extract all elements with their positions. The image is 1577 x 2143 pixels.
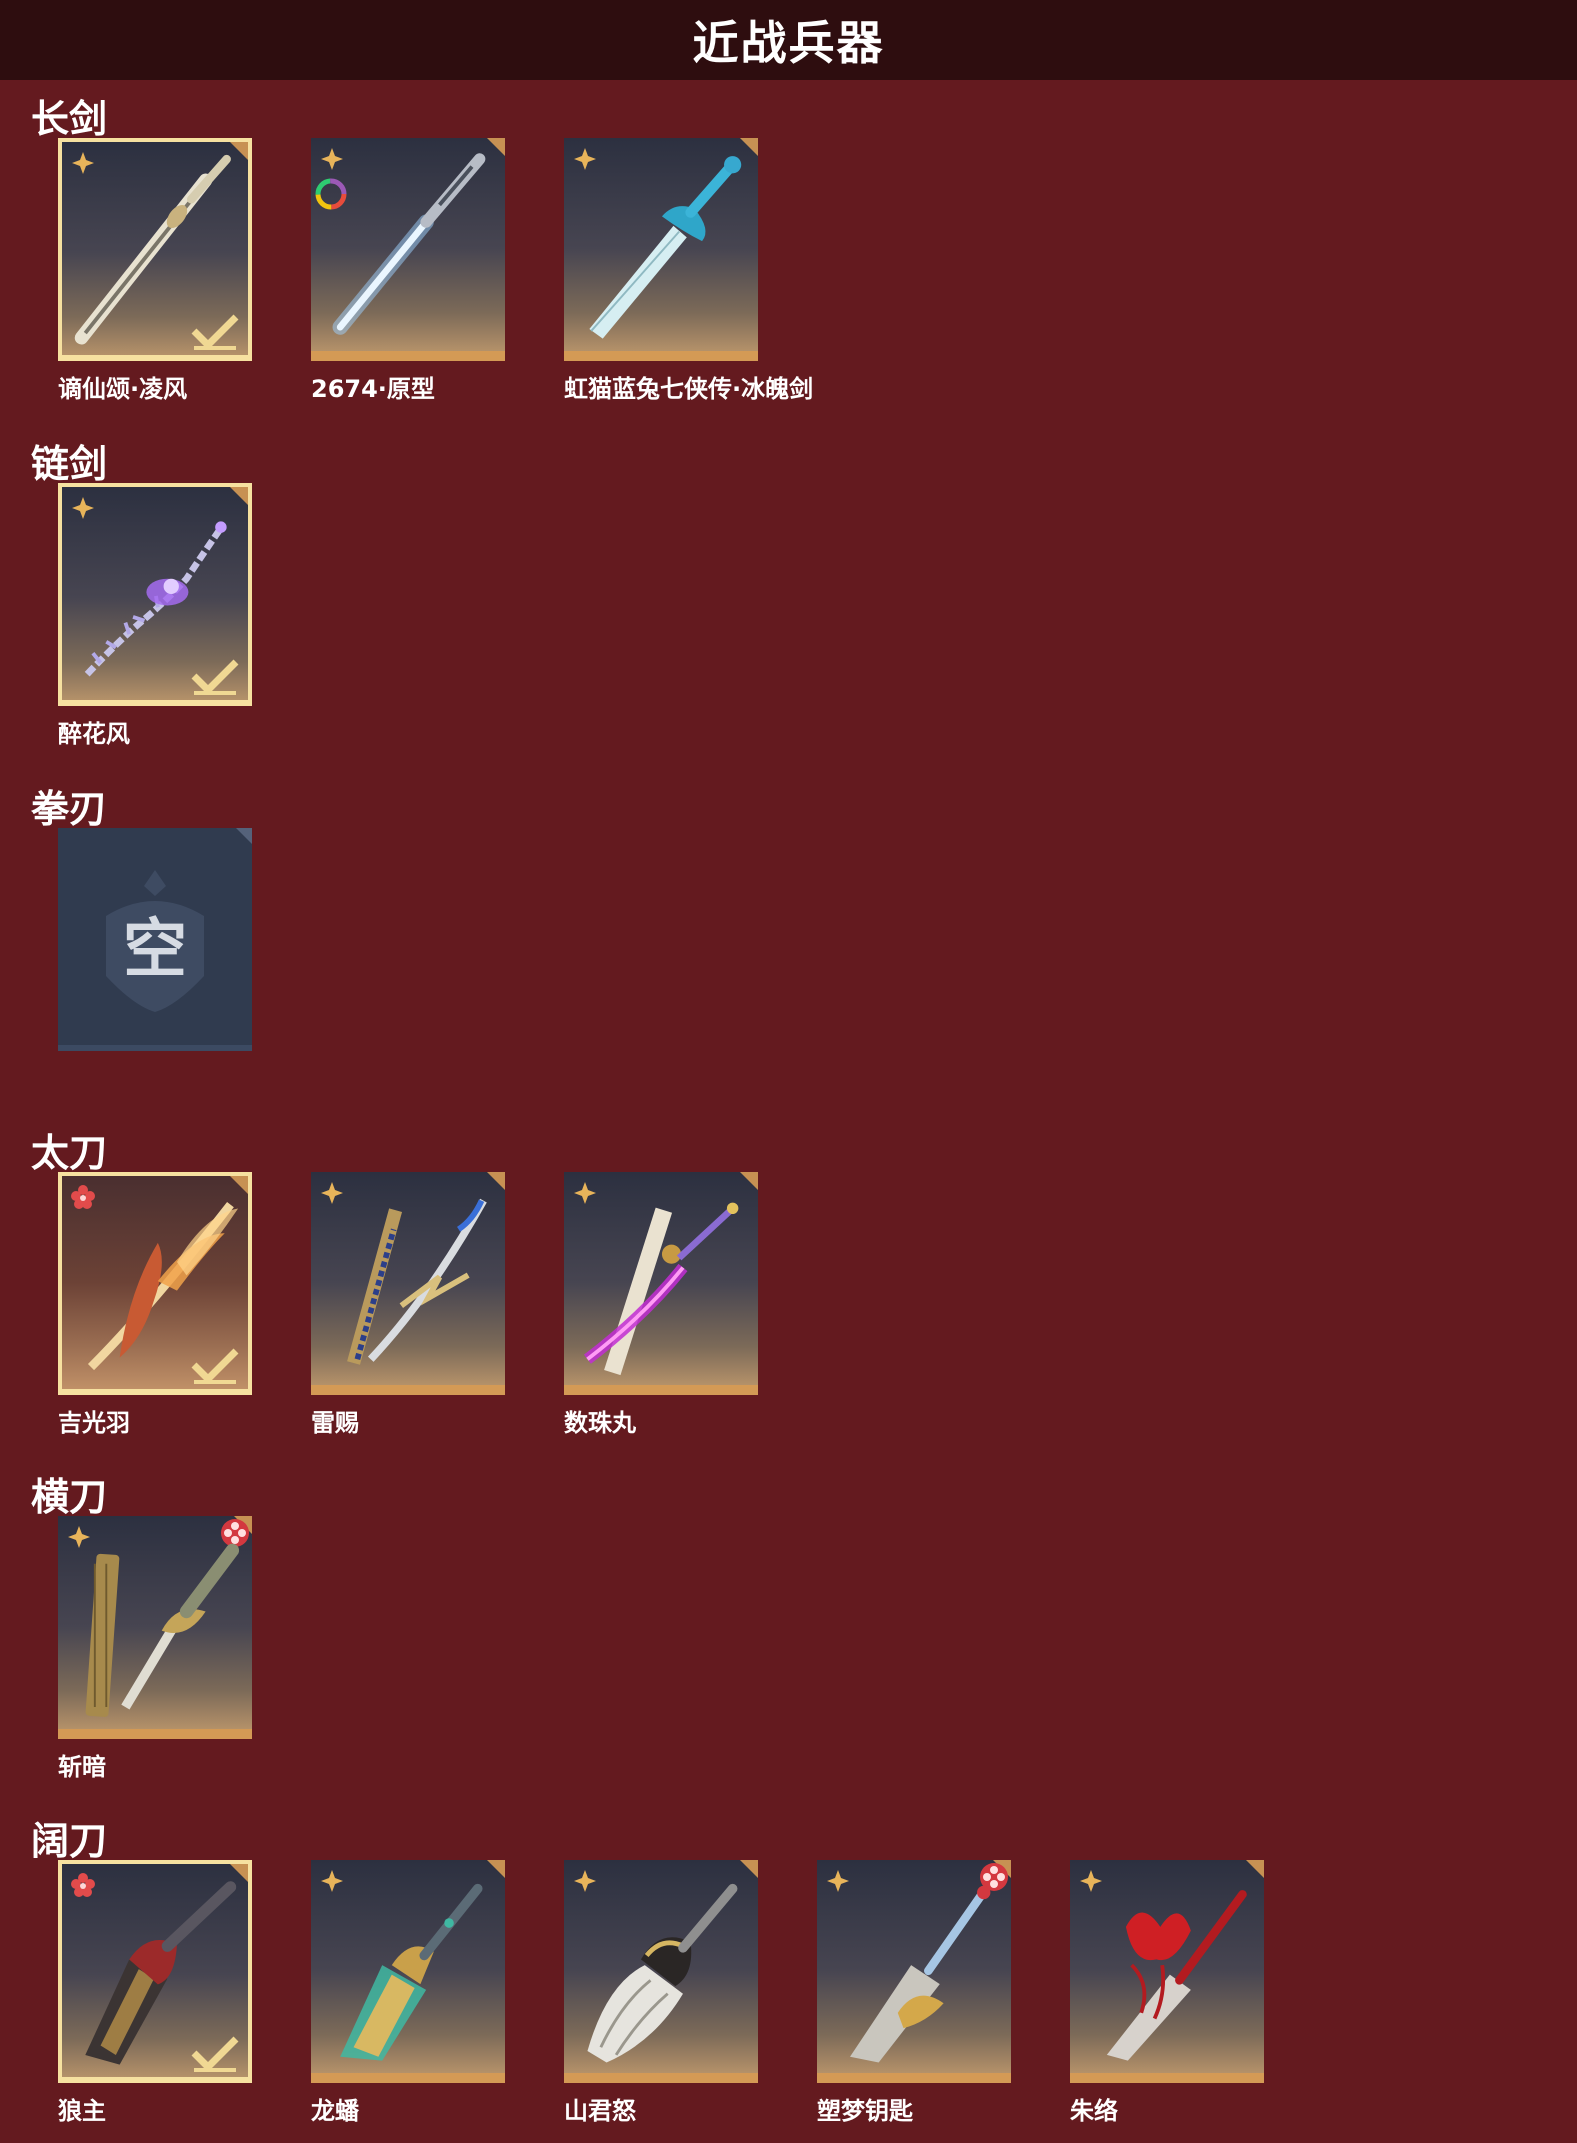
item-list: 醉花风 [58,483,252,749]
weapon-name: 醉花风 [58,720,130,748]
weapon-name: 谪仙颂·凌风 [58,375,188,403]
weapon-name: 朱络 [1070,2097,1118,2125]
weapon-card[interactable]: 塑梦钥匙 [817,1860,1011,2126]
section-title: 阔刀 [31,1819,108,1863]
weapon-card[interactable]: 谪仙颂·凌风 [58,138,252,404]
energy-longsword-icon [332,153,486,335]
item-list: 狼主 龙蟠 山君怒 塑梦钥匙 朱络 [58,1860,1264,2126]
weapon-card[interactable]: 狼主 [58,1860,252,2126]
equipped-check-icon [191,2036,239,2072]
item-list: 斩暗 [58,1516,252,1782]
section-title: 横刀 [31,1475,108,1519]
weapon-card[interactable]: 朱络 [1070,1860,1264,2126]
ice-longsword-icon [589,156,742,339]
equipped-check-icon [191,1348,239,1384]
weapon-card[interactable]: 吉光羽 [58,1172,252,1438]
weapon-name: 虹猫蓝兔七侠传·冰魄剑 [564,375,814,403]
weapon-card[interactable]: 斩暗 [58,1516,252,1782]
equipped-check-icon [191,314,239,350]
equipped-check-icon [191,659,239,695]
empty-slot[interactable]: 空 [58,828,252,1051]
dragon-broadblade-icon [340,1883,483,2061]
weapon-card[interactable]: 2674·原型 [311,138,505,404]
weapon-name: 山君怒 [564,2097,636,2125]
weapon-card[interactable]: 雷赐 [311,1172,505,1438]
item-list: 吉光羽 雷赐 数珠丸 [58,1172,758,1438]
thunder-katana-icon [347,1198,487,1365]
weapon-name: 龙蟠 [311,2097,359,2125]
section-title: 拳刃 [31,787,108,831]
section-title: 链剑 [31,442,108,486]
weapon-card[interactable]: 虹猫蓝兔七侠传·冰魄剑 [564,138,814,404]
weapon-card[interactable]: 龙蟠 [311,1860,505,2126]
weapon-card[interactable]: 数珠丸 [564,1172,758,1438]
weapon-card[interactable]: 山君怒 [564,1860,758,2126]
dream-key-broadblade-icon [850,1885,991,2063]
item-list: 谪仙颂·凌风 2674·原型 虹猫蓝兔七侠传·冰魄剑 [58,138,814,404]
page-title: 近战兵器 [692,16,885,70]
weapon-name: 吉光羽 [58,1409,130,1437]
tiger-broadblade-icon [587,1883,738,2063]
weapon-name: 雷赐 [311,1409,359,1437]
empty-slot-label: 空 [123,913,187,987]
weapon-name: 2674·原型 [311,375,435,403]
weapon-name: 斩暗 [58,1753,106,1781]
weapon-name: 塑梦钥匙 [817,2097,913,2125]
weapon-card[interactable]: 醉花风 [58,483,252,749]
weapon-name: 狼主 [58,2097,106,2125]
golden-hengdao-icon [85,1543,240,1717]
crimson-broadblade-icon [1106,1890,1247,2061]
section-title: 太刀 [31,1131,108,1175]
section-title: 长剑 [31,97,108,141]
item-list: 空 [58,828,252,1051]
weapon-name: 数珠丸 [564,1409,636,1437]
purple-katana-icon [583,1202,739,1376]
title-bar: 近战兵器 [0,0,1577,80]
